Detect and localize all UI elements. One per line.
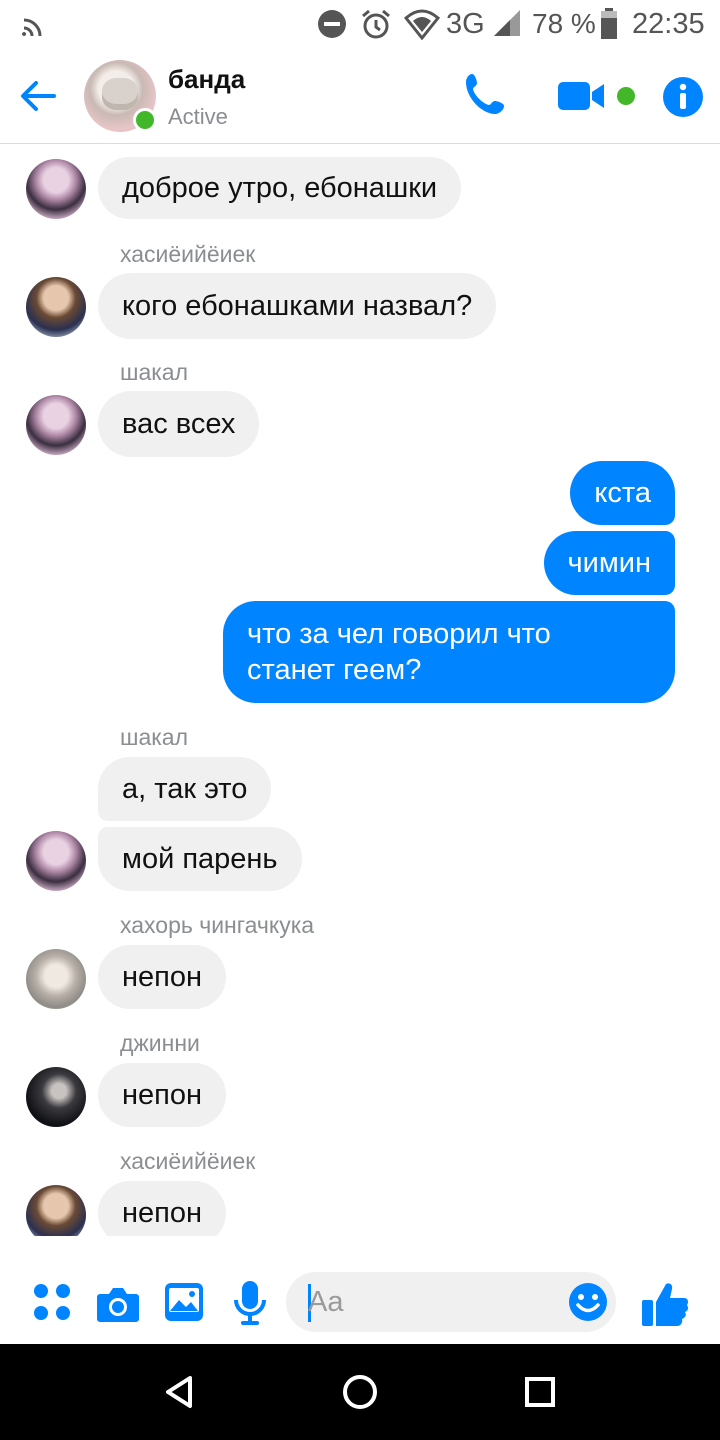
nav-back-icon[interactable] (160, 1372, 200, 1412)
alarm-icon (362, 9, 390, 39)
battery-percent: 78 % (532, 8, 596, 39)
active-indicator-dot (133, 108, 157, 132)
battery-icon (601, 8, 617, 39)
signal-icon (494, 10, 520, 36)
sender-avatar[interactable] (26, 277, 86, 337)
sender-name: хасиёийёиек (120, 1148, 256, 1174)
message-input-box[interactable] (286, 1272, 616, 1332)
apps-grid-icon[interactable] (32, 1282, 72, 1322)
nav-home-icon[interactable] (340, 1372, 380, 1412)
message-bubble[interactable]: кого ебонашками назвал? (98, 273, 497, 339)
message-bubble-outgoing[interactable]: чимин (543, 531, 675, 595)
message-list[interactable]: доброе утро, ебонашки хасиёийёиек кого е… (0, 145, 720, 1236)
sender-avatar[interactable] (26, 159, 86, 219)
message-bubble[interactable]: мой парень (98, 827, 302, 891)
sender-name: шакал (120, 724, 189, 750)
composer-bar (0, 1236, 720, 1344)
android-nav-bar (0, 1344, 720, 1440)
nav-recents-icon[interactable] (520, 1372, 560, 1412)
clock: 22:35 (632, 8, 705, 40)
message-bubble[interactable]: непон (98, 945, 226, 1009)
sender-avatar[interactable] (26, 1185, 86, 1236)
camera-icon[interactable] (96, 1284, 140, 1324)
message-line: станет геем? (247, 654, 422, 686)
message-bubble-outgoing[interactable]: кста (570, 461, 675, 525)
conversation-title[interactable]: банда (168, 64, 245, 95)
sender-name: джинни (120, 1030, 200, 1056)
message-bubble-outgoing[interactable]: что за чел говорил что станет геем? (223, 601, 675, 703)
wifi-icon (404, 9, 440, 40)
back-arrow-icon[interactable] (14, 72, 62, 120)
message-bubble[interactable]: непон (98, 1181, 226, 1236)
cast-icon (22, 18, 42, 37)
sender-name: хахорь чингачкука (120, 912, 315, 938)
message-bubble[interactable]: непон (98, 1063, 226, 1127)
video-active-dot (617, 87, 635, 105)
gallery-icon[interactable] (164, 1282, 204, 1322)
sender-avatar[interactable] (26, 395, 86, 455)
sender-name: шакал (120, 359, 189, 385)
sender-avatar[interactable] (26, 831, 86, 891)
video-camera-icon[interactable] (556, 74, 606, 118)
status-bar: 3G 78 % 22:35 (0, 0, 720, 50)
dnd-icon (318, 10, 346, 38)
message-line: что за чел говорил что (247, 618, 551, 650)
conversation-header: банда Active (0, 50, 720, 144)
message-input[interactable] (308, 1280, 548, 1324)
sender-name: хасиёийёиек (120, 241, 256, 267)
sender-avatar[interactable] (26, 1067, 86, 1127)
info-icon[interactable] (662, 76, 704, 118)
message-bubble[interactable]: вас всех (98, 391, 260, 457)
active-status: Active (168, 104, 228, 129)
message-bubble[interactable]: а, так это (98, 757, 272, 821)
network-type: 3G (446, 8, 485, 40)
message-bubble[interactable]: доброе утро, ебонашки (98, 157, 462, 219)
sender-avatar[interactable] (26, 949, 86, 1009)
emoji-icon[interactable] (568, 1282, 608, 1322)
thumbs-up-icon[interactable] (640, 1280, 690, 1328)
phone-icon[interactable] (460, 70, 510, 120)
microphone-icon[interactable] (232, 1280, 268, 1326)
